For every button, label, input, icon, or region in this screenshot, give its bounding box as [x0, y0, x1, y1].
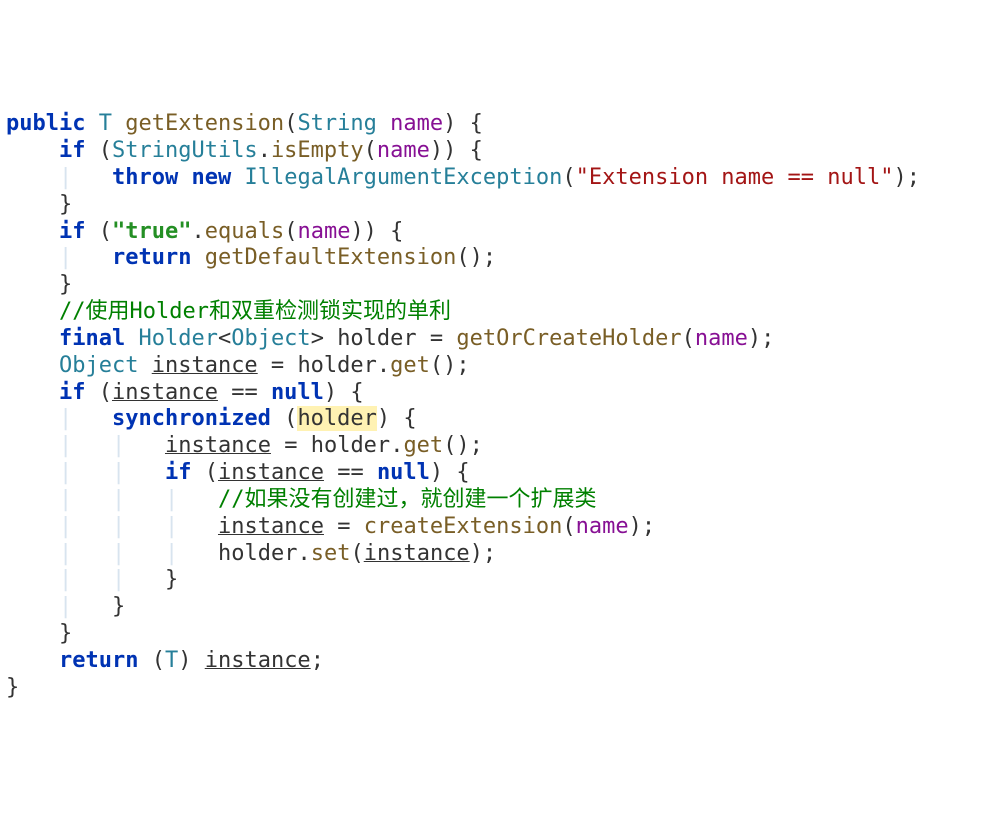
type-object: Object [59, 353, 138, 378]
kw-if: if [165, 460, 192, 485]
indent-guide: | [59, 487, 72, 512]
method-getextension: getExtension [125, 111, 284, 136]
kw-return: return [59, 648, 138, 673]
param-name: name [390, 111, 443, 136]
line-5: if ("true".equals(name)) { [6, 219, 403, 244]
indent-guide: | [59, 594, 72, 619]
var-instance: instance [364, 541, 470, 566]
param-name: name [576, 514, 629, 539]
indent-guide: | [59, 514, 72, 539]
line-1: public T getExtension(String name) { [6, 111, 483, 136]
var-instance: instance [218, 514, 324, 539]
kw-synchronized: synchronized [112, 406, 271, 431]
line-7: } [6, 272, 72, 297]
var-instance: instance [112, 380, 218, 405]
indent-guide: | [112, 567, 125, 592]
line-12: | synchronized (holder) { [6, 406, 417, 431]
line-9: final Holder<Object> holder = getOrCreat… [6, 326, 774, 351]
indent-guide: | [165, 541, 178, 566]
var-holder: holder [311, 433, 390, 458]
line-11: if (instance == null) { [6, 380, 364, 405]
indent-guide: | [112, 487, 125, 512]
line-16: | | | instance = createExtension(name); [6, 514, 655, 539]
method-createextension: createExtension [364, 514, 563, 539]
indent-guide: | [59, 433, 72, 458]
type-object: Object [231, 326, 310, 351]
var-holder: holder [337, 326, 416, 351]
kw-throw: throw [112, 165, 178, 190]
line-4: } [6, 192, 72, 217]
method-set: set [311, 541, 351, 566]
string-true: "true" [112, 219, 191, 244]
code-block: public T getExtension(String name) { if … [6, 111, 994, 701]
kw-final: final [59, 326, 125, 351]
line-17: | | | holder.set(instance); [6, 541, 496, 566]
type-string: String [297, 111, 376, 136]
kw-null: null [271, 380, 324, 405]
var-instance: instance [205, 648, 311, 673]
param-name: name [377, 138, 430, 163]
line-8: //使用Holder和双重检测锁实现的单利 [6, 299, 451, 324]
param-name: name [695, 326, 748, 351]
line-22: } [6, 675, 19, 700]
line-19: | } [6, 594, 125, 619]
line-6: | return getDefaultExtension(); [6, 245, 496, 270]
var-holder: holder [297, 353, 376, 378]
indent-guide: | [59, 406, 72, 431]
indent-guide: | [112, 514, 125, 539]
var-instance: instance [218, 460, 324, 485]
line-10: Object instance = holder.get(); [6, 353, 470, 378]
indent-guide: | [112, 460, 125, 485]
var-instance: instance [152, 353, 258, 378]
kw-public: public [6, 111, 85, 136]
line-18: | | } [6, 567, 178, 592]
indent-guide: | [112, 541, 125, 566]
line-15: | | | //如果没有创建过，就创建一个扩展类 [6, 487, 596, 512]
var-instance: instance [165, 433, 271, 458]
var-holder-highlight: holder [297, 406, 376, 431]
kw-if: if [59, 219, 86, 244]
method-getdefaultextension: getDefaultExtension [205, 245, 457, 270]
indent-guide: | [59, 460, 72, 485]
param-name: name [297, 219, 350, 244]
indent-guide: | [59, 165, 72, 190]
type-t: T [99, 111, 112, 136]
indent-guide: | [165, 487, 178, 512]
indent-guide: | [59, 245, 72, 270]
var-holder: holder [218, 541, 297, 566]
line-21: return (T) instance; [6, 648, 324, 673]
method-getorcreateholder: getOrCreateHolder [456, 326, 681, 351]
type-t: T [165, 648, 178, 673]
line-3: | throw new IllegalArgumentException("Ex… [6, 165, 920, 190]
kw-new: new [191, 165, 231, 190]
line-14: | | if (instance == null) { [6, 460, 470, 485]
method-get: get [390, 353, 430, 378]
kw-return: return [112, 245, 191, 270]
kw-if: if [59, 138, 86, 163]
string-extname: "Extension name == null" [576, 165, 894, 190]
kw-if: if [59, 380, 86, 405]
kw-null: null [377, 460, 430, 485]
method-get: get [403, 433, 443, 458]
type-holder: Holder [138, 326, 217, 351]
line-13: | | instance = holder.get(); [6, 433, 483, 458]
indent-guide: | [59, 541, 72, 566]
comment-1: //使用Holder和双重检测锁实现的单利 [59, 299, 451, 324]
type-stringutils: StringUtils [112, 138, 258, 163]
indent-guide: | [165, 514, 178, 539]
indent-guide: | [112, 433, 125, 458]
line-2: if (StringUtils.isEmpty(name)) { [6, 138, 483, 163]
type-illegalargumentexception: IllegalArgumentException [244, 165, 562, 190]
method-isempty: isEmpty [271, 138, 364, 163]
line-20: } [6, 621, 72, 646]
comment-2: //如果没有创建过，就创建一个扩展类 [218, 487, 597, 512]
method-equals: equals [205, 219, 284, 244]
indent-guide: | [59, 567, 72, 592]
